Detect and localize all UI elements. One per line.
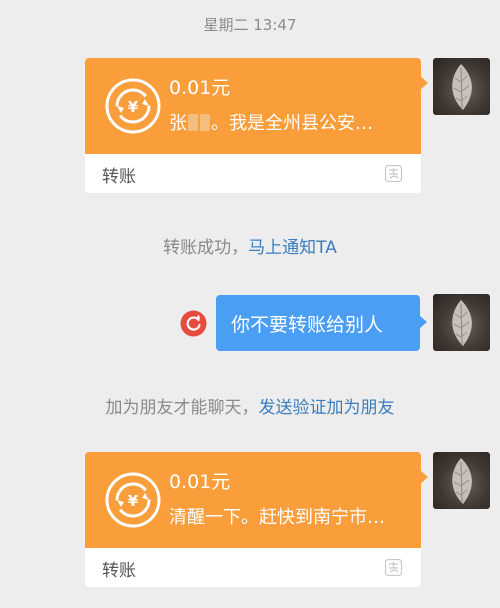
transfer-card-footer: 转账 [85,548,421,587]
svg-text:¥: ¥ [128,98,139,116]
transfer-note-suffix: 。我是全州县公安… [211,113,373,134]
transfer-amount: 0.01元 [169,471,231,493]
resend-icon[interactable] [180,310,207,337]
transfer-label: 转账 [102,561,136,581]
payment-logo-icon [384,164,403,183]
redaction-mark [200,114,210,131]
avatar[interactable] [433,294,490,351]
system-message-text: 加为朋友才能聊天， [105,398,259,418]
message-text: 你不要转账给别人 [231,314,384,336]
transfer-card-footer: 转账 [85,154,421,193]
add-friend-link[interactable]: 发送验证加为朋友 [259,398,395,418]
transfer-note-prefix: 张 [169,113,187,134]
transfer-note-prefix: 清醒一下。赶快到南宁市… [169,507,385,528]
transfer-amount: 0.01元 [169,77,231,99]
system-message-text: 转账成功， [163,238,249,258]
yuan-exchange-icon: ¥ [104,471,162,529]
svg-text:¥: ¥ [128,492,139,510]
outgoing-message-bubble[interactable]: 你不要转账给别人 [216,295,427,351]
avatar[interactable] [433,452,490,509]
transfer-card-top: ¥ 0.01元 张 。我是全州县公安… [85,58,428,154]
payment-logo-icon [384,558,403,577]
transfer-note: 张 。我是全州县公安… [169,109,373,135]
bubble-tail [420,470,428,484]
system-message: 加为朋友才能聊天，发送验证加为朋友 [0,393,500,418]
avatar[interactable] [433,58,490,115]
transfer-card[interactable]: ¥ 0.01元 清醒一下。赶快到南宁市… 转账 [85,452,428,587]
transfer-card[interactable]: ¥ 0.01元 张 。我是全州县公安… 转账 [85,58,428,193]
transfer-label: 转账 [102,167,136,187]
redaction-mark [188,114,198,131]
yuan-exchange-icon: ¥ [104,77,162,135]
transfer-note: 清醒一下。赶快到南宁市… [169,503,385,529]
notify-link[interactable]: 马上通知TA [248,238,337,258]
transfer-card-top: ¥ 0.01元 清醒一下。赶快到南宁市… [85,452,428,548]
system-message: 转账成功，马上通知TA [0,233,500,258]
bubble-tail [419,315,427,329]
bubble-tail [420,76,428,90]
timestamp: 星期二 13:47 [203,16,297,34]
